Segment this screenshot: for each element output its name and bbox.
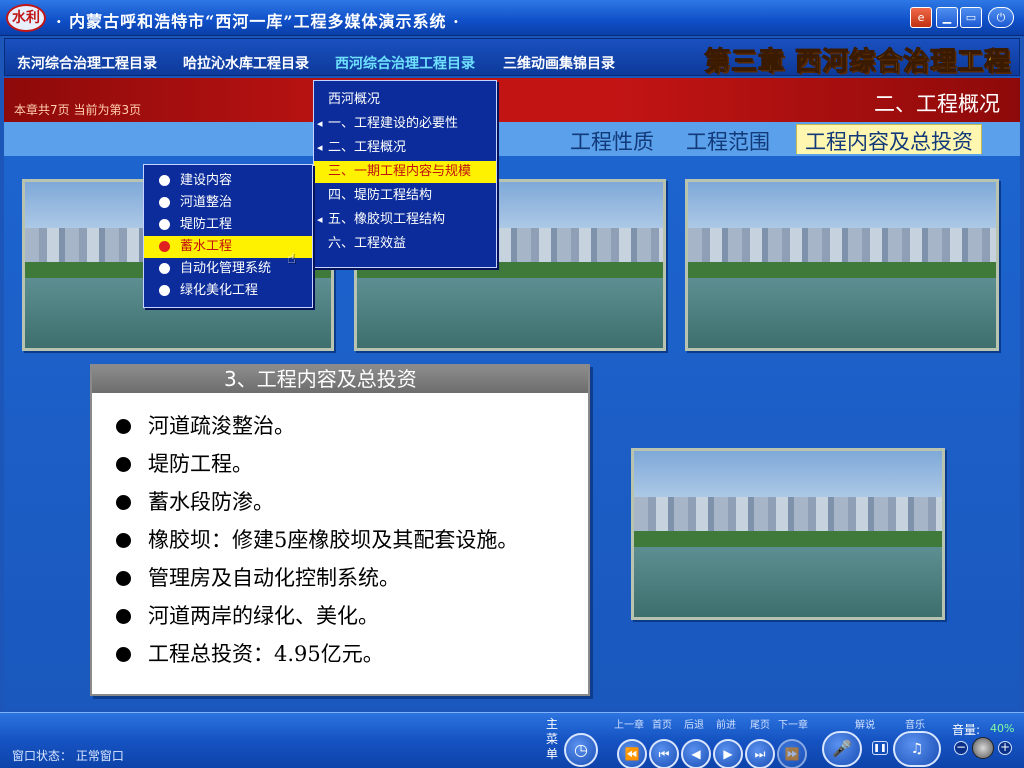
chapter-link-donghe[interactable]: 东河综合治理工程目录 [17,53,157,73]
list-item: 堤防工程。 [116,445,588,483]
tab-nature[interactable]: 工程性质 [570,126,654,156]
info-box-header: 3、工程内容及总投资 [92,366,588,393]
list-item: 橡胶坝：修建5座橡胶坝及其配套设施。 [116,521,588,559]
info-box: 3、工程内容及总投资 河道疏浚整治。 堤防工程。 蓄水段防渗。 橡胶坝：修建5座… [90,364,590,696]
bullet-icon [159,175,170,186]
main-menu-icon[interactable]: ◷ [564,733,598,767]
first-page-label: 首页 [652,720,672,731]
forward-icon[interactable]: ▶ [713,739,743,768]
submenu-label: 堤防工程 [180,217,233,232]
menu-item-phase-one[interactable]: 三、一期工程内容与规模 [314,161,496,183]
section-menu: 西河概况 一、工程建设的必要性 二、工程概况 三、一期工程内容与规模 四、堤防工… [313,80,497,268]
list-item: 工程总投资：4.95亿元。 [116,635,588,673]
close-button[interactable]: ⏻ [988,7,1014,28]
submenu-label: 自动化管理系统 [180,261,272,276]
chapter-link-xihe[interactable]: 西河综合治理工程目录 [335,53,475,73]
menu-item-embankment-structure[interactable]: 四、堤防工程结构 [314,185,496,207]
bullet-icon [159,197,170,208]
last-page-label: 尾页 [750,720,770,731]
control-bar: 窗口状态： 正常窗口 主菜单 ◷ 上一章 首页 后退 前进 尾页 下一章 ⏪ ⏮… [0,712,1024,768]
submenu-item-river-regulation[interactable]: 河道整治 [144,192,312,214]
chapter-title: 第三章 西河综合治理工程 [703,47,1011,78]
prev-chapter-icon[interactable]: ⏪ [617,739,647,768]
window-status: 窗口状态： 正常窗口 [12,749,124,763]
info-list: 河道疏浚整治。 堤防工程。 蓄水段防渗。 橡胶坝：修建5座橡胶坝及其配套设施。 … [92,393,588,673]
bullet-icon [159,285,170,296]
pause-icon[interactable]: ❚❚ [872,741,888,755]
menu-item-necessity[interactable]: 一、工程建设的必要性 [314,113,496,135]
bullet-icon [159,263,170,274]
bullet-icon [159,219,170,230]
volume-value: 40% [990,722,1015,735]
microphone-icon[interactable]: 🎤 [822,731,862,767]
music-icon[interactable]: ♫ [893,731,941,767]
back-icon[interactable]: ◀ [681,739,711,768]
narration-label: 解说 [855,720,875,731]
list-item: 蓄水段防渗。 [116,483,588,521]
tab-content-investment[interactable]: 工程内容及总投资 [796,124,982,158]
rubber-dam-photo [685,179,999,351]
back-label: 后退 [684,720,704,731]
volume-up-icon[interactable]: + [998,741,1012,755]
prev-chapter-label: 上一章 [614,720,644,731]
submenu-label: 建设内容 [180,173,233,188]
bullet-icon [159,241,170,252]
chapter-link-animation[interactable]: 三维动画集锦目录 [503,53,615,73]
title-bar: 水利 · 内蒙古呼和浩特市“西河一库”工程多媒体演示系统 · e ▁ ▭ ⏻ [0,0,1024,36]
app-icon-button[interactable]: e [910,7,932,28]
volume-knob[interactable] [972,737,994,759]
submenu-item-embankment[interactable]: 堤防工程 [144,214,312,236]
tab-scope[interactable]: 工程范围 [686,126,770,156]
chapter-nav: 东河综合治理工程目录 哈拉沁水库工程目录 西河综合治理工程目录 三维动画集锦目录… [4,38,1020,78]
page-counter: 本章共7页 当前为第3页 [14,103,142,117]
submenu-label: 绿化美化工程 [180,283,259,298]
first-page-icon[interactable]: ⏮ [649,739,679,768]
section-title: 二、工程概况 [874,92,1000,116]
next-chapter-label: 下一章 [778,720,808,731]
menu-item-overview[interactable]: 西河概况 [314,89,496,111]
volume-label: 音量: [952,723,981,737]
list-item: 管理房及自动化控制系统。 [116,559,588,597]
music-label: 音乐 [905,720,925,731]
hand-cursor-icon: ☝ [287,251,296,267]
submenu-item-greening[interactable]: 绿化美化工程 [144,280,312,302]
menu-item-benefits[interactable]: 六、工程效益 [314,233,496,255]
volume-down-icon[interactable]: − [954,741,968,755]
sub-menu: 建设内容 河道整治 堤防工程 蓄水工程 自动化管理系统 绿化美化工程 [143,164,313,308]
list-item: 河道疏浚整治。 [116,407,588,445]
app-title: · 内蒙古呼和浩特市“西河一库”工程多媒体演示系统 · [56,12,460,31]
management-house-photo [631,448,945,620]
minimize-button[interactable]: ▁ [936,7,958,28]
submenu-label: 蓄水工程 [180,239,233,254]
list-item: 河道两岸的绿化、美化。 [116,597,588,635]
section-bar: 本章共7页 当前为第3页 二、工程概况 [4,78,1020,122]
forward-label: 前进 [716,720,736,731]
maximize-button[interactable]: ▭ [960,7,982,28]
submenu-item-construction[interactable]: 建设内容 [144,170,312,192]
menu-item-project-overview[interactable]: 二、工程概况 [314,137,496,159]
next-chapter-icon[interactable]: ⏩ [777,739,807,768]
last-page-icon[interactable]: ⏭ [745,739,775,768]
chapter-link-halaqin[interactable]: 哈拉沁水库工程目录 [183,53,309,73]
main-menu-label: 主菜单 [546,717,559,761]
app-logo: 水利 [6,4,46,32]
menu-item-rubber-dam-structure[interactable]: 五、橡胶坝工程结构 [314,209,496,231]
submenu-label: 河道整治 [180,195,233,210]
tab-row: 工程性质 工程范围 工程内容及总投资 [4,122,1020,158]
